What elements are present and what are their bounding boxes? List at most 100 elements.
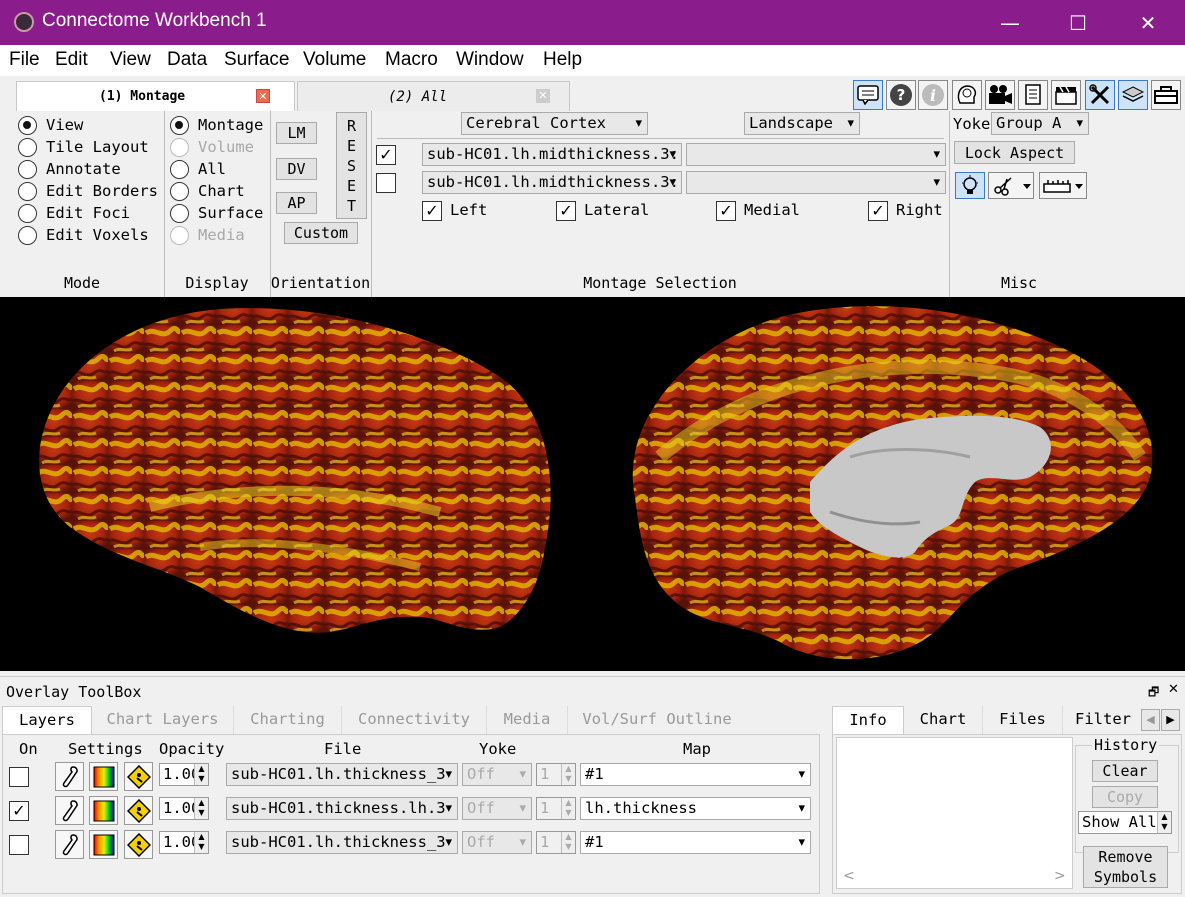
identify-brain-icon[interactable] (952, 80, 982, 110)
wrench-icon[interactable] (55, 762, 84, 791)
montage-row1-second-select[interactable] (686, 143, 946, 166)
clear-button[interactable]: Clear (1092, 760, 1158, 782)
layer3-map-index-spinbox[interactable]: 1 ▲ ▼ (536, 831, 576, 854)
close-button[interactable]: ✕ (1128, 8, 1168, 38)
layer1-opacity-spinbox[interactable]: 1.00 ▲ ▼ (159, 763, 209, 786)
yoke-group-select[interactable]: Group A (991, 112, 1089, 135)
scissors-icon[interactable] (988, 172, 1034, 199)
scroll-icon[interactable] (1018, 80, 1048, 110)
tab-chart[interactable]: Chart (904, 706, 983, 734)
tabs-scroll-right-icon[interactable]: ▶ (1161, 709, 1180, 731)
close-toolbox-icon[interactable]: ✕ (1168, 682, 1179, 697)
menu-edit[interactable]: Edit (55, 49, 88, 71)
mode-annotate-radio[interactable]: Annotate (18, 159, 121, 179)
tab-chart-layers[interactable]: Chart Layers (92, 706, 234, 734)
orientation-lm-button[interactable]: LM (276, 122, 317, 144)
construction-sign-icon[interactable] (124, 762, 153, 791)
orientation-custom-button[interactable]: Custom (284, 222, 358, 244)
menu-data[interactable]: Data (167, 49, 207, 71)
montage-structure-select[interactable]: Cerebral Cortex (461, 112, 648, 135)
montage-layout-select[interactable]: Landscape (744, 112, 860, 135)
display-volume-radio[interactable]: Volume (170, 137, 254, 157)
layer3-file-select[interactable]: sub-HC01.lh.thickness_3 (226, 831, 458, 854)
view-medial-checkbox[interactable]: ✓ (716, 201, 736, 221)
menu-help[interactable]: Help (543, 49, 582, 71)
tab-vol-surf-outline[interactable]: Vol/Surf Outline (568, 706, 746, 734)
palette-icon[interactable] (89, 762, 118, 791)
layer1-yoke-select[interactable]: Off (462, 763, 532, 786)
orientation-dv-button[interactable]: DV (276, 158, 317, 180)
montage-row2-checkbox[interactable] (376, 173, 396, 193)
layer1-file-select[interactable]: sub-HC01.lh.thickness_3 (226, 763, 458, 786)
display-all-radio[interactable]: All (170, 159, 226, 179)
tools-icon[interactable] (1085, 80, 1115, 110)
layer3-map-select[interactable]: #1 (580, 831, 811, 854)
tab-media[interactable]: Media (487, 706, 568, 734)
palette-icon[interactable] (89, 796, 118, 825)
menu-file[interactable]: File (9, 49, 40, 71)
tab-files[interactable]: Files (983, 706, 1063, 734)
montage-row2-surface-select[interactable]: sub-HC01.lh.midthickness.3: (422, 171, 682, 194)
minimize-button[interactable]: — (990, 8, 1030, 38)
construction-sign-icon[interactable] (124, 830, 153, 859)
remove-symbols-button[interactable]: Remove Symbols (1083, 846, 1168, 888)
tab-connectivity[interactable]: Connectivity (342, 706, 487, 734)
graphics-viewport[interactable] (0, 297, 1185, 671)
toolbox-icon[interactable] (1151, 80, 1181, 110)
view-lateral-checkbox[interactable]: ✓ (556, 201, 576, 221)
layer1-map-index-spinbox[interactable]: 1 ▲ ▼ (536, 763, 576, 786)
hscroll-left-icon[interactable]: < (843, 868, 855, 884)
layer2-opacity-spinbox[interactable]: 1.00 ▲ ▼ (159, 797, 209, 820)
mode-edit-foci-radio[interactable]: Edit Foci (18, 203, 130, 223)
layer2-file-select[interactable]: sub-HC01.thickness.lh.3 (226, 797, 458, 820)
question-icon[interactable]: ? (886, 80, 916, 110)
layer1-on-checkbox[interactable] (9, 767, 29, 787)
float-icon[interactable]: 🗗 (1148, 683, 1159, 704)
layer2-map-select[interactable]: lh.thickness (580, 797, 811, 820)
montage-row1-checkbox[interactable]: ✓ (376, 145, 396, 165)
show-history-spinbox[interactable]: Show All ▲ ▼ (1078, 811, 1172, 834)
montage-row1-surface-select[interactable]: sub-HC01.lh.midthickness.3: (422, 143, 682, 166)
lock-aspect-button[interactable]: Lock Aspect (954, 141, 1075, 164)
tabs-scroll-left-icon[interactable]: ◀ (1141, 709, 1160, 731)
tab-filter[interactable]: Filter (1063, 706, 1143, 734)
menu-view[interactable]: View (110, 49, 151, 71)
info-icon[interactable]: i (918, 80, 948, 110)
display-surface-radio[interactable]: Surface (170, 203, 263, 223)
mode-tile-layout-radio[interactable]: Tile Layout (18, 137, 149, 157)
tab-charting[interactable]: Charting (234, 706, 342, 734)
layer3-on-checkbox[interactable] (9, 835, 29, 855)
ruler-icon[interactable] (1039, 172, 1087, 199)
view-left-checkbox[interactable]: ✓ (422, 201, 442, 221)
mode-edit-borders-radio[interactable]: Edit Borders (18, 181, 158, 201)
display-media-radio[interactable]: Media (170, 225, 245, 245)
menu-macro[interactable]: Macro (385, 49, 438, 71)
lightbulb-icon[interactable] (955, 172, 985, 199)
display-montage-radio[interactable]: Montage (170, 115, 263, 135)
menu-surface[interactable]: Surface (224, 49, 289, 71)
view-right-checkbox[interactable]: ✓ (868, 201, 888, 221)
montage-row2-second-select[interactable] (686, 171, 946, 194)
display-chart-radio[interactable]: Chart (170, 181, 245, 201)
layers-icon[interactable] (1118, 80, 1148, 110)
mode-edit-voxels-radio[interactable]: Edit Voxels (18, 225, 149, 245)
orientation-reset-button[interactable]: R E S E T (336, 112, 367, 219)
layer2-yoke-select[interactable]: Off (462, 797, 532, 820)
tab-info[interactable]: Info (832, 706, 904, 734)
layer1-map-select[interactable]: #1 (580, 763, 811, 786)
copy-button[interactable]: Copy (1092, 786, 1158, 808)
layer3-opacity-spinbox[interactable]: 1.00 ▲ ▼ (159, 831, 209, 854)
tab-layers[interactable]: Layers (2, 706, 92, 734)
layer2-map-index-spinbox[interactable]: 1 ▲ ▼ (536, 797, 576, 820)
layer2-on-checkbox[interactable]: ✓ (9, 801, 29, 821)
menu-window[interactable]: Window (456, 49, 524, 71)
movie-camera-icon[interactable] (985, 80, 1015, 110)
layer3-yoke-select[interactable]: Off (462, 831, 532, 854)
orientation-ap-button[interactable]: AP (276, 192, 317, 214)
hscroll-right-icon[interactable]: > (1054, 868, 1066, 884)
wrench-icon[interactable] (55, 830, 84, 859)
maximize-button[interactable]: ☐ (1058, 8, 1098, 38)
construction-sign-icon[interactable] (124, 796, 153, 825)
menu-volume[interactable]: Volume (303, 49, 366, 71)
palette-icon[interactable] (89, 830, 118, 859)
